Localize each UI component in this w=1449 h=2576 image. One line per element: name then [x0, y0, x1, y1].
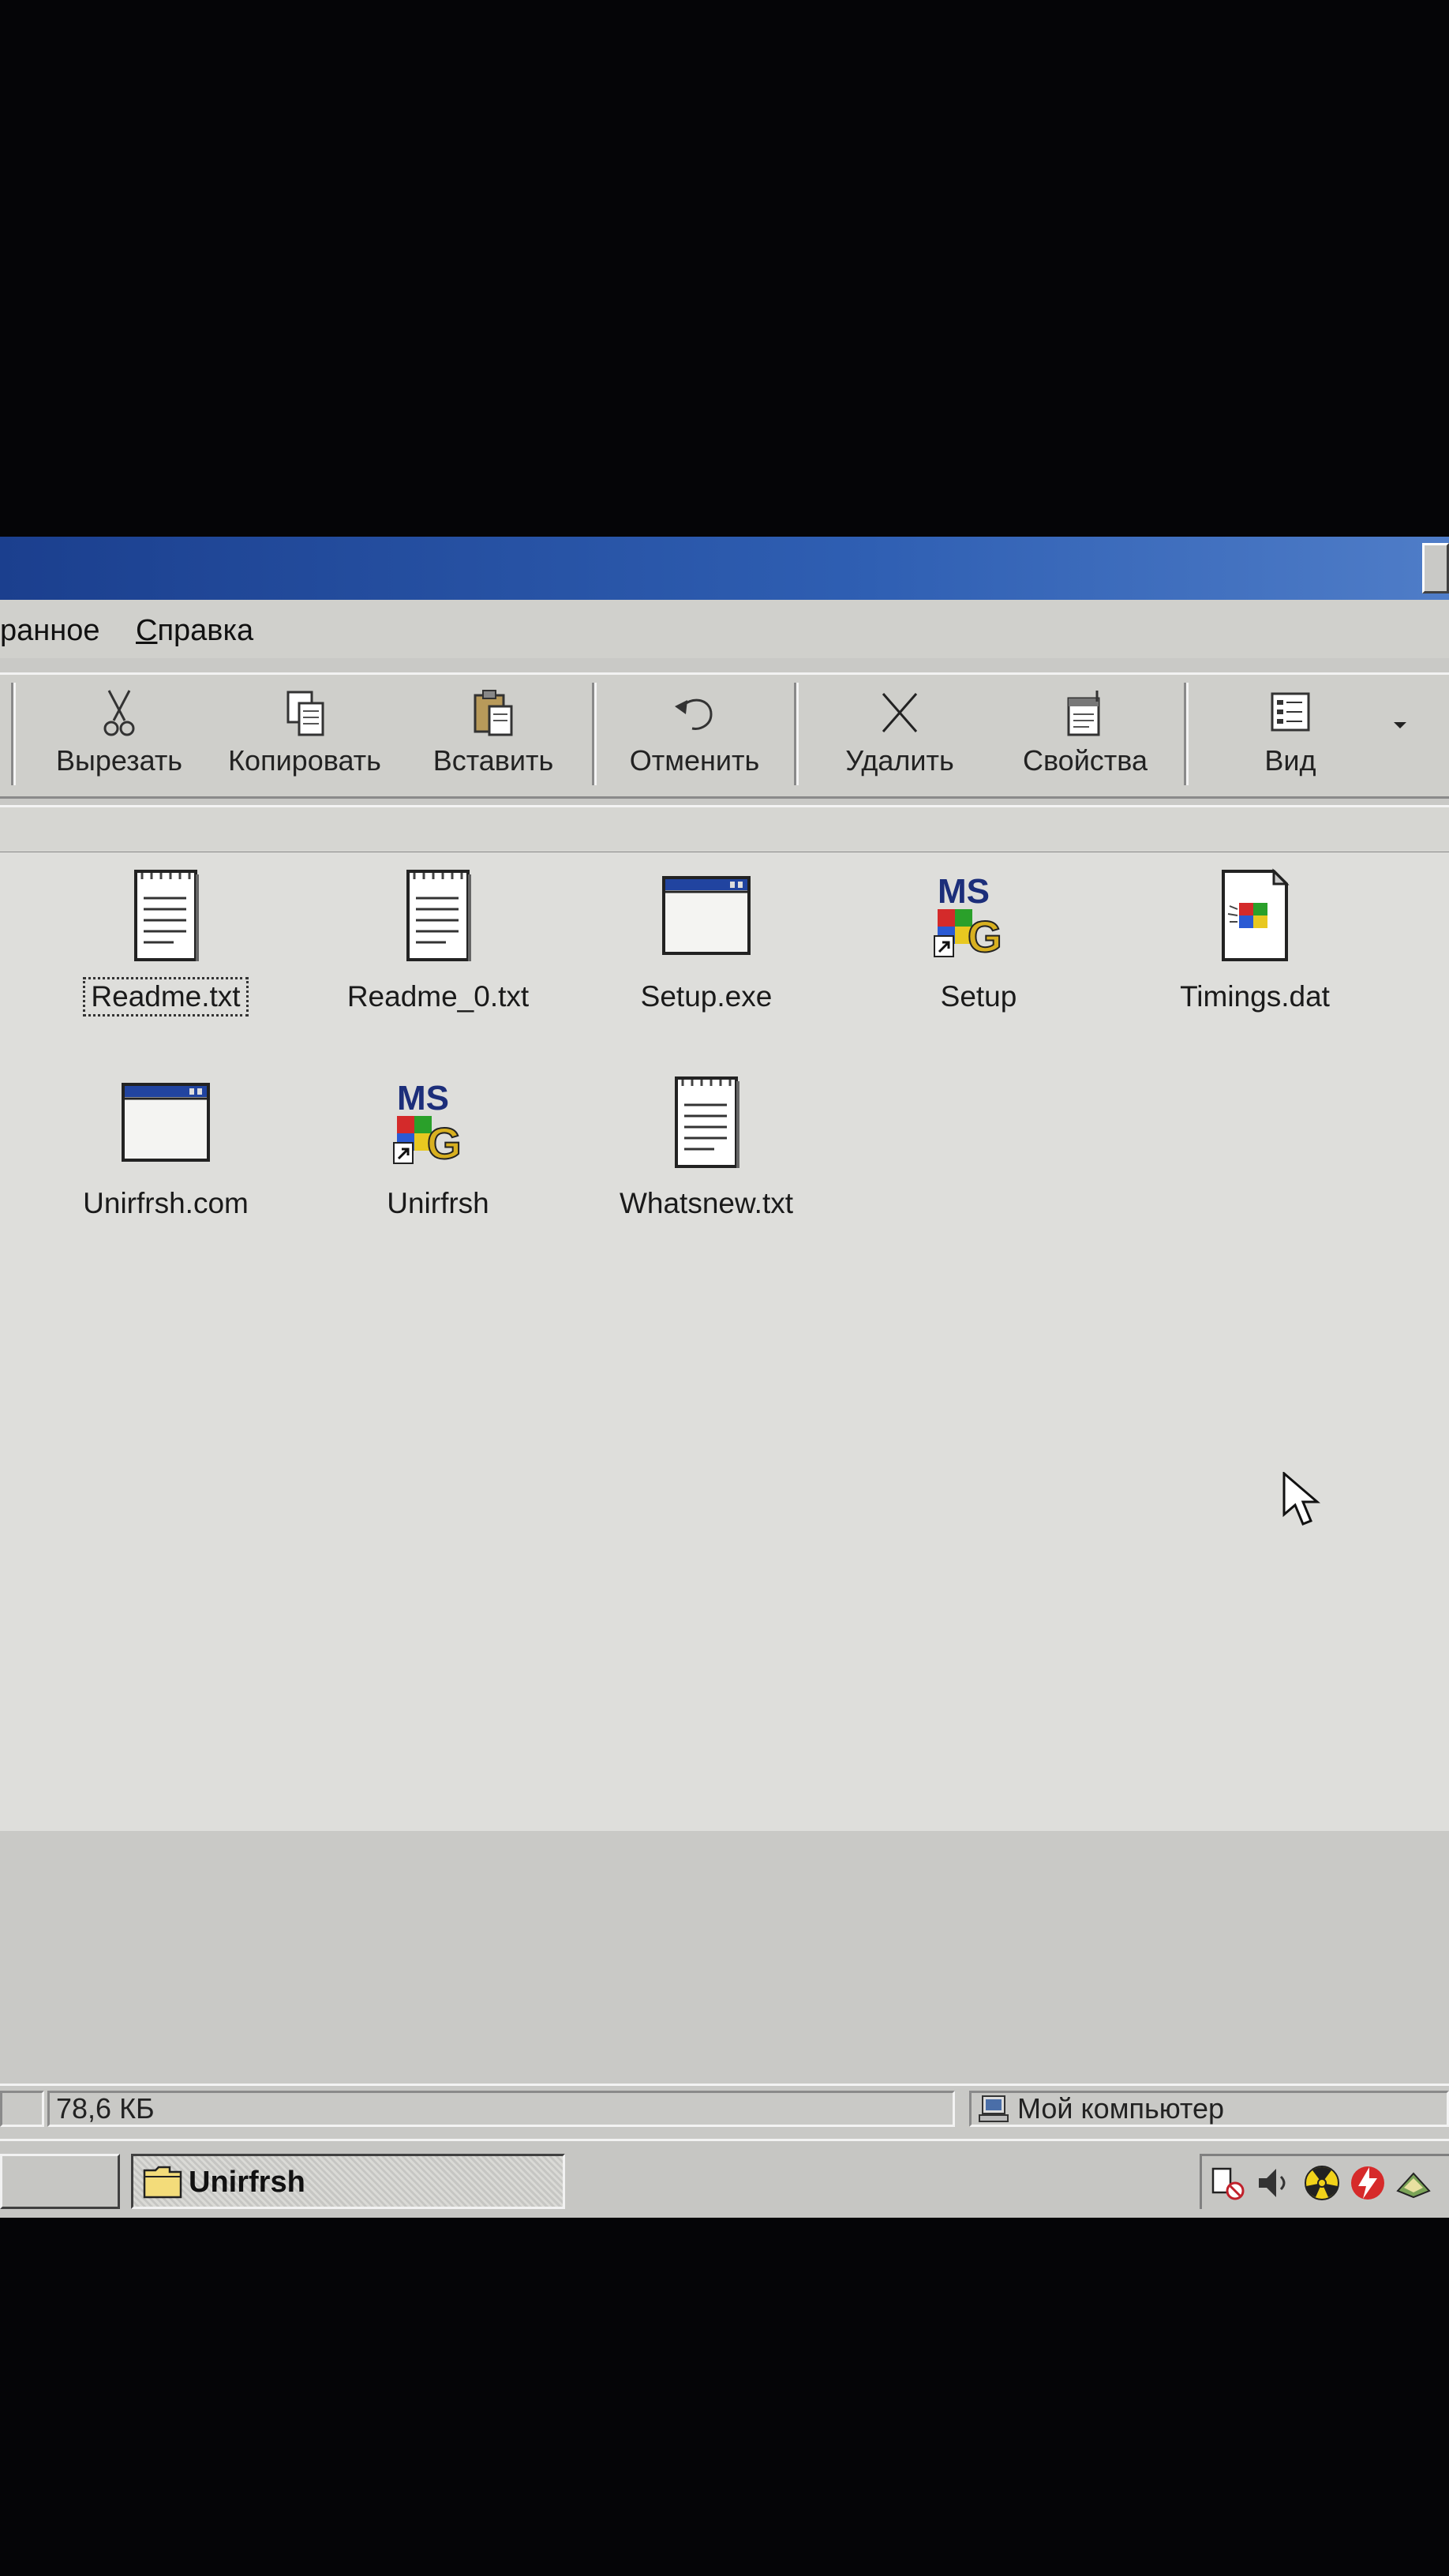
tray-network-icon[interactable]: [1210, 2164, 1248, 2202]
msdos-shortcut-icon: MSG: [393, 1079, 462, 1169]
toolbar-separator: [794, 683, 799, 785]
file-name-label: Setup.exe: [640, 980, 773, 1013]
toolbar-separator: [11, 683, 16, 785]
tray-radiation-icon[interactable]: [1303, 2164, 1341, 2202]
paste-label: Вставить: [432, 744, 554, 777]
properties-button[interactable]: Свойства: [1002, 681, 1168, 788]
window-titlebar[interactable]: [0, 537, 1449, 600]
taskbar: Unirfrsh: [0, 2139, 1449, 2218]
status-panel-size: 78,6 КБ: [47, 2091, 955, 2127]
file-list-view[interactable]: Readme.txt Readme_0.txt Setup.exe MS G Setup T…: [0, 852, 1449, 1831]
system-tray: [1200, 2154, 1449, 2209]
toolbar-separator: [592, 683, 597, 785]
text-document-icon: [675, 1076, 739, 1168]
tray-display-icon[interactable]: [1395, 2164, 1432, 2202]
copy-label: Копировать: [228, 744, 381, 777]
tray-volume-icon[interactable]: [1254, 2164, 1292, 2202]
unknown-file-icon: [1222, 868, 1290, 961]
scissors-icon: [103, 690, 135, 736]
menu-help[interactable]: Справка: [136, 614, 253, 648]
file-item[interactable]: Readme.txt: [47, 868, 284, 1017]
text-document-icon: [406, 870, 471, 961]
taskbar-window-button[interactable]: [0, 2154, 120, 2209]
my-computer-icon: [979, 2095, 1009, 2122]
toolbar-separator: [1184, 683, 1189, 785]
file-name-label: Setup: [940, 980, 1017, 1013]
view-details-icon: [1271, 692, 1310, 732]
toolbar: Вырезать Копировать Вставить Отменить Уд…: [0, 672, 1449, 799]
view-dropdown-arrow-icon[interactable]: [1391, 719, 1410, 732]
copy-icon: [286, 691, 324, 736]
folder-icon: [143, 2166, 182, 2199]
explorer-screen: ранное Справка Вырезать Копировать Встав…: [0, 537, 1449, 2218]
mouse-pointer-icon: [1282, 1472, 1320, 1526]
menu-help-accelerator: С: [136, 614, 158, 647]
file-item[interactable]: MS G Unirfrsh: [320, 1075, 556, 1220]
text-document-icon: [134, 870, 199, 961]
file-item[interactable]: Setup.exe: [588, 868, 825, 1013]
delete-button[interactable]: Удалить: [821, 681, 979, 788]
application-window-icon: [662, 876, 751, 955]
properties-label: Свойства: [1022, 744, 1148, 777]
file-item[interactable]: Unirfrsh.com: [47, 1075, 284, 1220]
menu-help-label: правка: [157, 614, 254, 647]
status-bar: 78,6 КБ Мой компьютер: [0, 2084, 1449, 2133]
undo-icon: [675, 698, 713, 730]
file-item[interactable]: Readme_0.txt: [320, 868, 556, 1013]
copy-button[interactable]: Копировать: [218, 681, 391, 788]
window-control-button[interactable]: [1422, 543, 1449, 593]
view-button[interactable]: Вид: [1215, 681, 1365, 788]
file-name-label: Unirfrsh: [387, 1187, 489, 1219]
view-label: Вид: [1264, 744, 1316, 777]
file-name-label: Whatsnew.txt: [619, 1187, 794, 1219]
status-panel-count: [0, 2091, 44, 2127]
cut-label: Вырезать: [55, 744, 183, 777]
menu-bar: ранное Справка: [0, 600, 1449, 658]
file-name-label: Readme_0.txt: [346, 980, 530, 1013]
status-location-text: Мой компьютер: [1017, 2092, 1225, 2125]
address-bar[interactable]: [0, 805, 1449, 854]
delete-label: Удалить: [845, 744, 954, 777]
status-panel-location: Мой компьютер: [969, 2091, 1449, 2127]
svg-text:MS: MS: [397, 1079, 449, 1118]
status-size-text: 78,6 КБ: [56, 2092, 155, 2125]
undo-label: Отменить: [629, 744, 760, 777]
taskbar-window-label: Unirfrsh: [189, 2166, 305, 2199]
cut-button[interactable]: Вырезать: [44, 681, 194, 788]
file-item[interactable]: MS G Setup: [860, 868, 1097, 1013]
file-name-label: Timings.dat: [1180, 980, 1330, 1013]
delete-x-icon: [882, 693, 918, 732]
msdos-shortcut-icon: MSG: [934, 872, 1003, 962]
properties-icon: [1067, 691, 1100, 736]
taskbar-active-window-button[interactable]: Unirfrsh: [131, 2154, 565, 2209]
application-window-icon: [122, 1083, 210, 1162]
file-item[interactable]: Timings.dat: [1136, 868, 1373, 1013]
paste-icon: [474, 690, 513, 736]
tray-power-icon[interactable]: [1349, 2164, 1387, 2202]
svg-text:G: G: [427, 1118, 462, 1168]
menu-favorites[interactable]: ранное: [0, 614, 100, 648]
undo-button[interactable]: Отменить: [616, 681, 773, 788]
file-name-label: Readme.txt: [83, 977, 249, 1017]
file-item[interactable]: Whatsnew.txt: [588, 1075, 825, 1220]
file-name-label: Unirfrsh.com: [83, 1187, 249, 1219]
svg-text:MS: MS: [938, 872, 990, 911]
paste-button[interactable]: Вставить: [418, 681, 568, 788]
svg-text:G: G: [968, 912, 1002, 961]
